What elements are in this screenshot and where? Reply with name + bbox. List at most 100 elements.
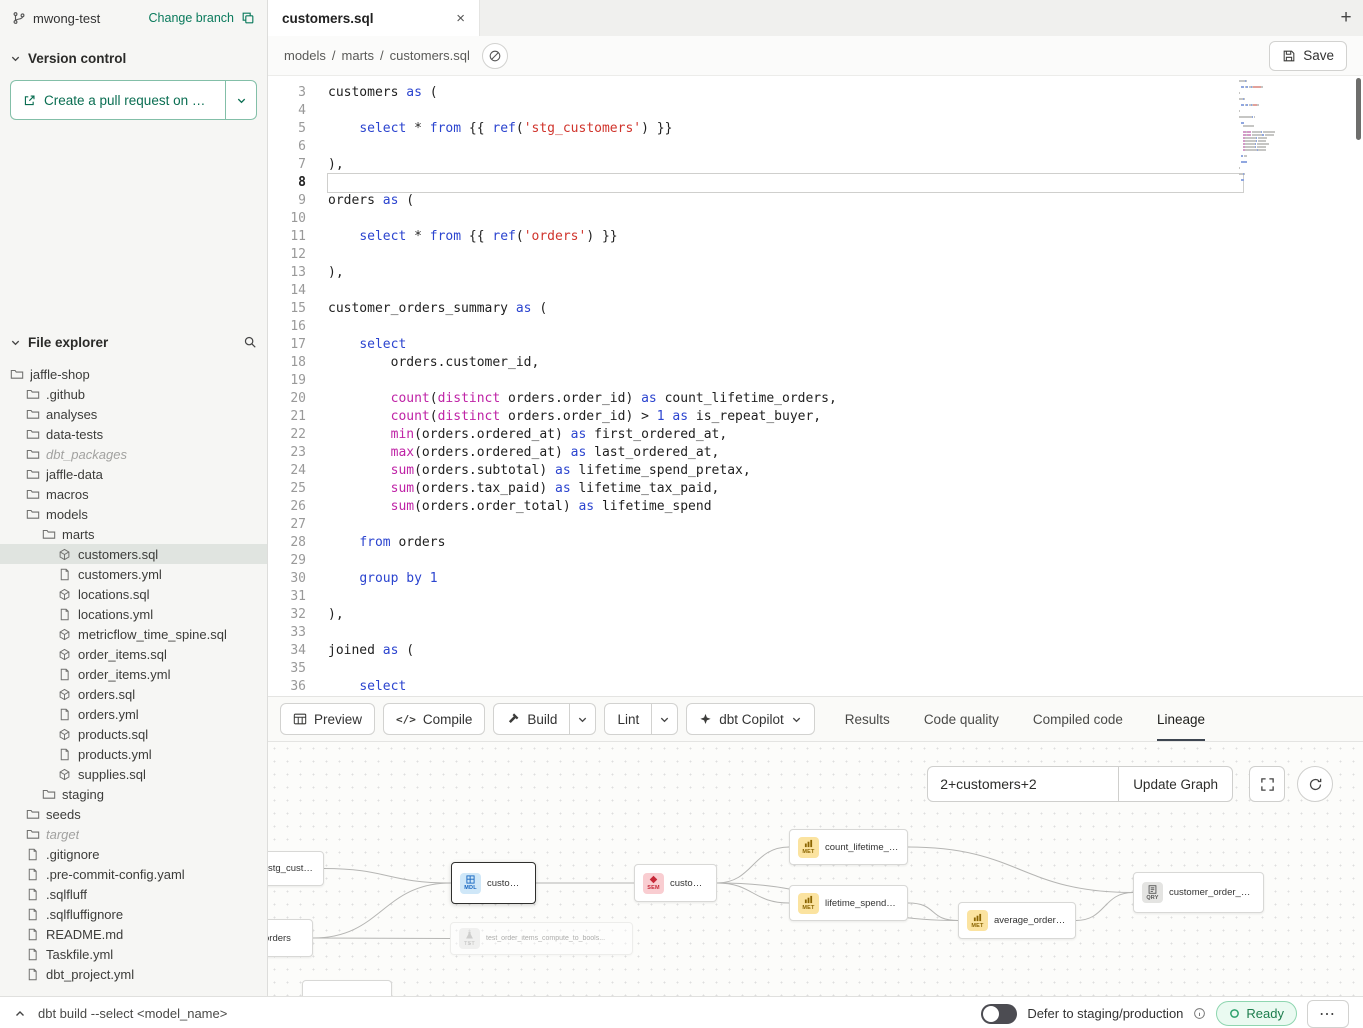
file-tree-item-marts[interactable]: marts [0, 524, 267, 544]
copy-icon[interactable] [241, 11, 255, 25]
code-line-16[interactable]: 16 [268, 318, 1363, 336]
close-icon[interactable]: × [456, 11, 465, 26]
lineage-node-lifetime_spend_pretax[interactable]: METlifetime_spend_pretax [789, 885, 908, 921]
lineage-node-partial_bottom[interactable] [302, 980, 392, 996]
file-tree-item-products-yml[interactable]: products.yml [0, 744, 267, 764]
code-line-26[interactable]: 26 sum(orders.order_total) as lifetime_s… [268, 498, 1363, 516]
code-line-21[interactable]: 21 count(distinct orders.order_id) > 1 a… [268, 408, 1363, 426]
file-tree-item--sqlfluff[interactable]: .sqlfluff [0, 884, 267, 904]
file-tree-item-products-sql[interactable]: products.sql [0, 724, 267, 744]
file-tree-item-data-tests[interactable]: data-tests [0, 424, 267, 444]
file-tree-item--gitignore[interactable]: .gitignore [0, 844, 267, 864]
file-tree-item-locations-yml[interactable]: locations.yml [0, 604, 267, 624]
code-line-20[interactable]: 20 count(distinct orders.order_id) as co… [268, 390, 1363, 408]
build-dropdown[interactable] [570, 703, 596, 735]
code-line-18[interactable]: 18 orders.customer_id, [268, 354, 1363, 372]
tab-compiled-code[interactable]: Compiled code [1033, 697, 1123, 741]
code-line-7[interactable]: 7), [268, 156, 1363, 174]
scrollbar[interactable] [1356, 78, 1361, 140]
file-tree-item-seeds[interactable]: seeds [0, 804, 267, 824]
code-line-11[interactable]: 11 select * from {{ ref('orders') }} [268, 228, 1363, 246]
file-tree-item-staging[interactable]: staging [0, 784, 267, 804]
change-branch-link[interactable]: Change branch [149, 11, 234, 25]
more-menu-button[interactable]: ⋯ [1307, 1000, 1349, 1028]
search-icon[interactable] [243, 335, 257, 349]
file-tree-item-order-items-yml[interactable]: order_items.yml [0, 664, 267, 684]
file-tree-item--sqlfluffignore[interactable]: .sqlfluffignore [0, 904, 267, 924]
code-line-19[interactable]: 19 [268, 372, 1363, 390]
preview-button[interactable]: Preview [280, 703, 375, 735]
code-line-9[interactable]: 9orders as ( [268, 192, 1363, 210]
code-line-28[interactable]: 28 from orders [268, 534, 1363, 552]
dbt-copilot-button[interactable]: dbt Copilot [686, 703, 815, 735]
code-line-12[interactable]: 12 [268, 246, 1363, 264]
file-tree-item-locations-sql[interactable]: locations.sql [0, 584, 267, 604]
save-button[interactable]: Save [1269, 41, 1347, 71]
lineage-node-stg_customers[interactable]: MDLstg_customers [268, 851, 324, 886]
update-graph-button[interactable]: Update Graph [1118, 766, 1233, 802]
file-tree-item-orders-yml[interactable]: orders.yml [0, 704, 267, 724]
lineage-node-customers_model[interactable]: MDLcustomers [451, 862, 536, 904]
new-tab-button[interactable]: + [1329, 0, 1363, 36]
version-control-header[interactable]: Version control [0, 44, 267, 72]
code-line-36[interactable]: 36 select [268, 678, 1363, 696]
code-line-29[interactable]: 29 [268, 552, 1363, 570]
tab-code-quality[interactable]: Code quality [924, 697, 999, 741]
file-tree-item-dbt-project-yml[interactable]: dbt_project.yml [0, 964, 267, 984]
tab-customers-sql[interactable]: customers.sql × [268, 0, 480, 36]
code-line-23[interactable]: 23 max(orders.ordered_at) as last_ordere… [268, 444, 1363, 462]
file-tree-item-orders-sql[interactable]: orders.sql [0, 684, 267, 704]
code-line-5[interactable]: 5 select * from {{ ref('stg_customers') … [268, 120, 1363, 138]
code-line-24[interactable]: 24 sum(orders.subtotal) as lifetime_spen… [268, 462, 1363, 480]
code-line-13[interactable]: 13), [268, 264, 1363, 282]
code-line-6[interactable]: 6 [268, 138, 1363, 156]
file-tree-item-supplies-sql[interactable]: supplies.sql [0, 764, 267, 784]
code-line-33[interactable]: 33 [268, 624, 1363, 642]
lineage-node-customer_order_metrics[interactable]: QRYcustomer_order_metrics [1133, 872, 1264, 913]
lint-button[interactable]: Lint [604, 703, 652, 735]
tab-lineage[interactable]: Lineage [1157, 697, 1205, 741]
code-line-31[interactable]: 31 [268, 588, 1363, 606]
file-tree-item-jaffle-shop[interactable]: jaffle-shop [0, 364, 267, 384]
minimap[interactable] [1239, 80, 1319, 182]
file-tree-item--pre-commit-config-yaml[interactable]: .pre-commit-config.yaml [0, 864, 267, 884]
expand-console-button[interactable] [14, 1008, 26, 1020]
create-pr-button[interactable]: Create a pull request on Git... [10, 80, 225, 120]
code-line-25[interactable]: 25 sum(orders.tax_paid) as lifetime_tax_… [268, 480, 1363, 498]
info-icon[interactable] [1193, 1007, 1206, 1020]
file-tree-item-customers-sql[interactable]: customers.sql [0, 544, 267, 564]
lineage-node-count_lifetime_orders[interactable]: METcount_lifetime_orders [789, 829, 908, 865]
code-line-34[interactable]: 34joined as ( [268, 642, 1363, 660]
file-tree-item-customers-yml[interactable]: customers.yml [0, 564, 267, 584]
file-tree-item-analyses[interactable]: analyses [0, 404, 267, 424]
defer-toggle[interactable] [981, 1004, 1017, 1024]
code-line-27[interactable]: 27 [268, 516, 1363, 534]
file-tree-item-models[interactable]: models [0, 504, 267, 524]
tab-results[interactable]: Results [845, 697, 890, 741]
code-line-30[interactable]: 30 group by 1 [268, 570, 1363, 588]
build-button[interactable]: Build [493, 703, 570, 735]
lint-dropdown[interactable] [652, 703, 678, 735]
file-tree-item-dbt-packages[interactable]: dbt_packages [0, 444, 267, 464]
code-line-22[interactable]: 22 min(orders.ordered_at) as first_order… [268, 426, 1363, 444]
file-tree-item-jaffle-data[interactable]: jaffle-data [0, 464, 267, 484]
lineage-node-test_order_items[interactable]: TSTtest_order_items_compute_to_bools... [450, 922, 633, 955]
lineage-node-average_order_value[interactable]: METaverage_order_value [958, 902, 1076, 939]
create-pr-dropdown[interactable] [225, 80, 257, 120]
file-tree-item-macros[interactable]: macros [0, 484, 267, 504]
code-editor[interactable]: 3customers as (45 select * from {{ ref('… [268, 76, 1363, 696]
docs-preview-button[interactable] [482, 43, 508, 69]
file-tree-item-order-items-sql[interactable]: order_items.sql [0, 644, 267, 664]
code-line-3[interactable]: 3customers as ( [268, 84, 1363, 102]
code-line-32[interactable]: 32), [268, 606, 1363, 624]
code-line-4[interactable]: 4 [268, 102, 1363, 120]
file-tree-item--github[interactable]: .github [0, 384, 267, 404]
code-line-17[interactable]: 17 select [268, 336, 1363, 354]
lineage-node-customers_semantic[interactable]: SEMcustomers [634, 864, 717, 902]
lineage-selector-input[interactable] [927, 766, 1119, 802]
code-line-15[interactable]: 15customer_orders_summary as ( [268, 300, 1363, 318]
lineage-node-orders[interactable]: MDLorders [268, 919, 313, 957]
file-tree-item-metricflow-time-spine-sql[interactable]: metricflow_time_spine.sql [0, 624, 267, 644]
file-tree-item-target[interactable]: target [0, 824, 267, 844]
code-line-10[interactable]: 10 [268, 210, 1363, 228]
